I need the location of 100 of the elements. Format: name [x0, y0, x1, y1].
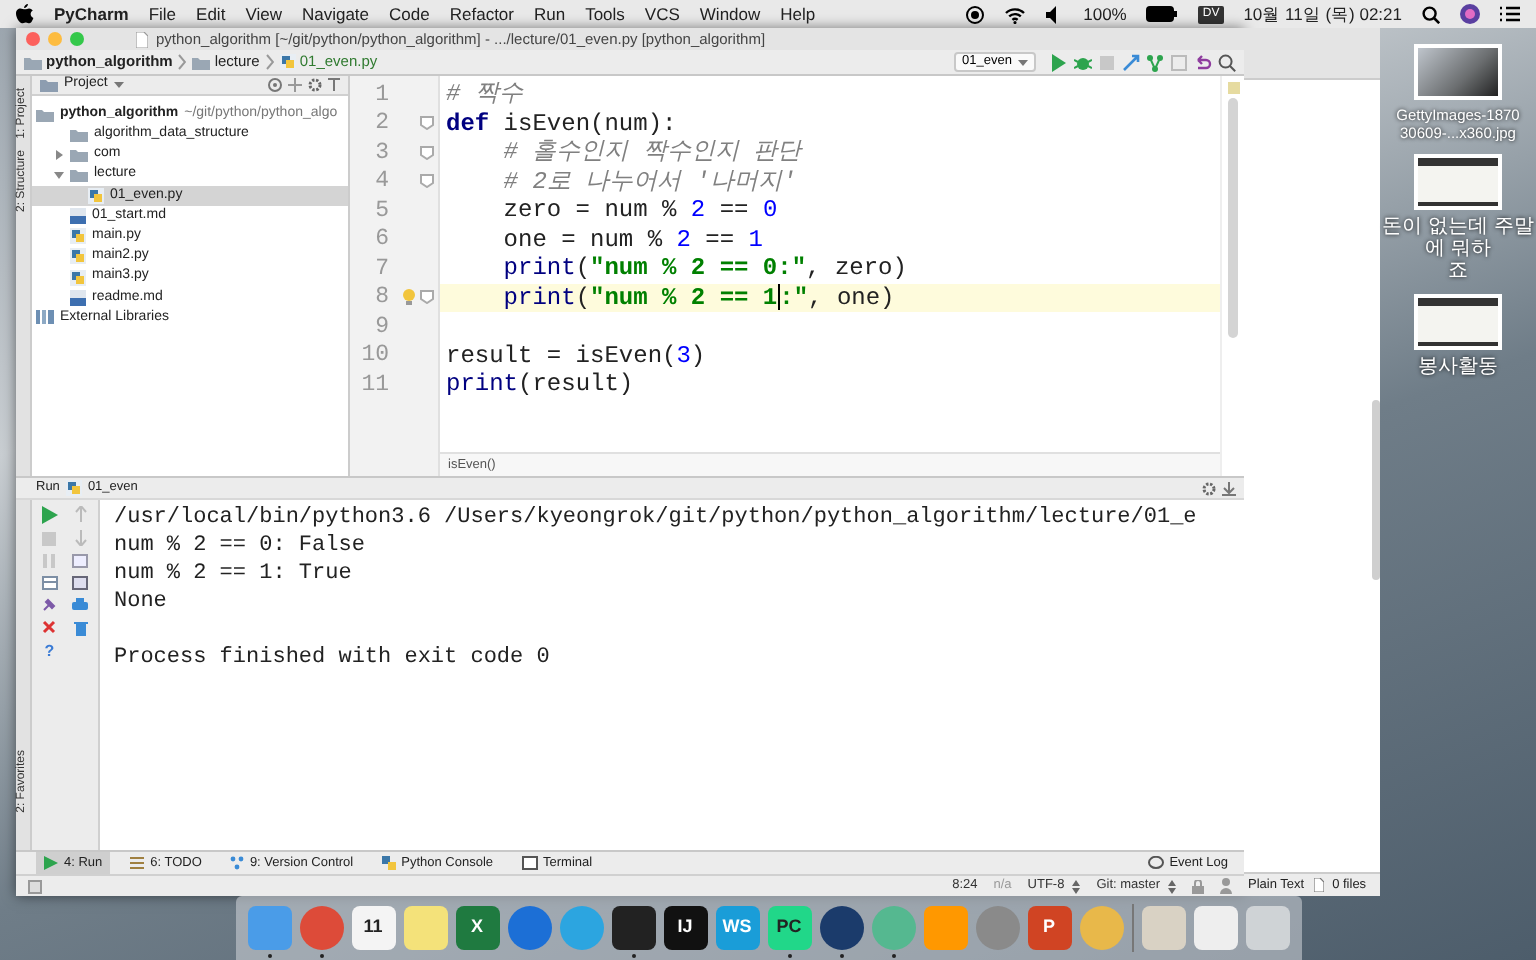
screenshot-thumbnail[interactable]	[1414, 154, 1502, 210]
menu-item[interactable]: View	[245, 1, 282, 27]
menu-item[interactable]: Edit	[196, 1, 226, 27]
battery-icon[interactable]	[1146, 6, 1179, 22]
bug-icon[interactable]	[1074, 53, 1092, 71]
markdown-file-icon	[70, 208, 86, 225]
search-icon[interactable]	[1218, 53, 1236, 71]
rerun-icon[interactable]	[41, 506, 58, 524]
menu-item[interactable]: Window	[699, 1, 761, 27]
target-icon[interactable]	[268, 78, 282, 92]
close-icon[interactable]	[42, 620, 57, 634]
lock-icon[interactable]	[1192, 879, 1204, 893]
list-icon[interactable]	[1500, 6, 1520, 22]
analysis-status-icon	[1227, 82, 1239, 94]
line-number: 3	[373, 137, 390, 170]
up-arrow-icon[interactable]	[73, 506, 88, 522]
menu-item[interactable]: File	[148, 1, 177, 27]
line-number: 5	[373, 195, 390, 228]
dock-app-icon[interactable]: 11	[351, 906, 395, 950]
line-number: 1	[373, 79, 390, 112]
menu-item[interactable]: Code	[389, 1, 430, 27]
siri-icon[interactable]	[1460, 4, 1480, 24]
line-number: 10	[359, 340, 390, 373]
line-number: 9	[373, 311, 390, 344]
wifi-icon[interactable]	[1003, 5, 1026, 23]
updown-arrows-icon	[1072, 879, 1081, 893]
stop-icon[interactable]	[1098, 53, 1116, 71]
markdown-file-icon	[70, 289, 86, 306]
terminal-icon	[521, 856, 537, 870]
caret-icon	[1018, 59, 1028, 65]
library-icon	[36, 310, 54, 325]
fold-marker-icon[interactable]	[420, 174, 434, 189]
dock-app-icon[interactable]: P	[1027, 906, 1071, 950]
speech-bubble-icon	[1147, 856, 1164, 870]
split-icon[interactable]	[288, 78, 302, 92]
menu-item[interactable]: Refactor	[449, 1, 514, 27]
panel-toggle-icon[interactable]	[28, 879, 42, 893]
stop-icon[interactable]	[42, 532, 57, 546]
menu-item[interactable]: Navigate	[301, 1, 370, 27]
screenshot-thumbnail[interactable]	[1414, 294, 1502, 350]
python-file-icon	[65, 480, 82, 496]
fold-marker-icon[interactable]	[420, 145, 434, 160]
code-line: def isEven(num):	[444, 109, 677, 138]
record-icon[interactable]	[965, 5, 984, 23]
document-icon	[1314, 878, 1325, 892]
dock-app-icon[interactable]: X	[455, 906, 499, 950]
help-button[interactable]: ?	[44, 642, 55, 660]
fold-marker-icon[interactable]	[420, 116, 434, 131]
layout-icon[interactable]	[41, 576, 58, 590]
menu-item[interactable]: Tools	[585, 1, 625, 27]
menu-item[interactable]: VCS	[644, 1, 680, 27]
scrollbar-thumb[interactable]	[1228, 98, 1238, 338]
console-line: /usr/local/bin/python3.6 /Users/kyeongrok/git/python/python_algorithm/lecture/01_e	[114, 504, 1199, 532]
menu-item[interactable]: Run	[533, 1, 566, 27]
line-number: 7	[373, 253, 390, 286]
branch-icon	[229, 856, 244, 870]
chevron-icon	[265, 54, 274, 70]
code-line: # 홀수인지 짝수인지 판단	[501, 138, 802, 167]
gear-icon[interactable]	[1202, 481, 1216, 495]
gear-icon[interactable]	[308, 78, 322, 92]
expand-arrow-icon[interactable]	[54, 170, 64, 181]
folder-icon	[192, 55, 211, 69]
line-number: 6	[373, 224, 390, 257]
lightbulb-icon[interactable]	[402, 288, 416, 307]
console-line: num % 2 == 1: True	[114, 560, 354, 588]
person-icon[interactable]	[1220, 878, 1232, 894]
menubar-clock[interactable]: 10월 11일 (목) 02:21	[1243, 1, 1402, 27]
pause-icon[interactable]	[42, 554, 57, 568]
code-line: print("num % 2 == 1:", one)	[501, 283, 895, 312]
code-line: # 2로 나누어서 '나머지'	[501, 167, 797, 196]
trash-icon[interactable]	[73, 620, 88, 636]
file-label[interactable]: 봉사활동	[1380, 356, 1536, 378]
line-number: 11	[359, 369, 390, 402]
check-arrow-icon[interactable]	[1122, 53, 1140, 71]
close-button[interactable]	[26, 32, 40, 46]
zoom-button[interactable]	[70, 32, 84, 46]
dock-app-icon[interactable]: IJ	[663, 906, 707, 950]
undo-icon[interactable]	[1194, 53, 1212, 71]
line-number: 8	[373, 282, 390, 315]
caret-icon[interactable]	[113, 82, 124, 88]
line-number: 4	[373, 166, 390, 199]
photo-placeholder[interactable]	[1414, 44, 1502, 100]
expand-arrow-icon[interactable]	[54, 149, 64, 160]
apple-icon[interactable]	[16, 4, 34, 24]
print-icon[interactable]	[72, 598, 89, 612]
console-line: None	[114, 588, 169, 616]
list-icon	[130, 856, 145, 870]
updown-arrows-icon	[1168, 879, 1176, 893]
line-number: 2	[373, 108, 390, 141]
menu-item[interactable]: Help	[780, 1, 816, 27]
code-line: print(result)	[444, 370, 634, 399]
search-icon[interactable]	[1422, 5, 1440, 23]
branch-icon[interactable]	[1146, 53, 1164, 71]
app-menu[interactable]: PyCharm	[54, 1, 129, 27]
hide-icon[interactable]	[1222, 481, 1236, 495]
down-arrow-icon[interactable]	[73, 530, 88, 546]
fold-marker-icon[interactable]	[420, 290, 434, 305]
console-line: Process finished with exit code 0	[114, 644, 552, 672]
document-icon	[136, 31, 148, 47]
python-icon	[381, 856, 396, 870]
